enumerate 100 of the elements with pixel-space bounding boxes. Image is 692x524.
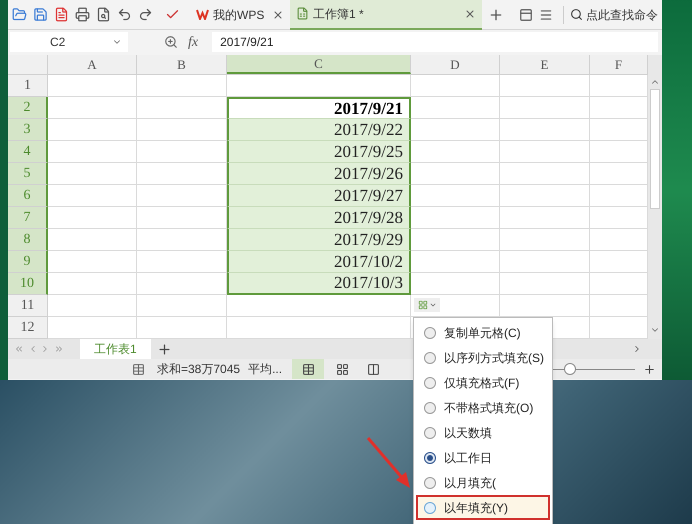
zoom-in-icon[interactable] bbox=[643, 362, 656, 376]
table-cell[interactable] bbox=[500, 229, 590, 251]
table-cell[interactable] bbox=[500, 251, 590, 273]
table-cell[interactable] bbox=[590, 119, 648, 141]
table-cell[interactable] bbox=[48, 141, 137, 163]
sheet-tab[interactable]: 工作表1 bbox=[80, 339, 151, 359]
scroll-thumb[interactable] bbox=[650, 89, 660, 209]
table-cell[interactable] bbox=[411, 229, 500, 251]
table-cell[interactable] bbox=[48, 119, 137, 141]
table-cell[interactable] bbox=[137, 185, 227, 207]
table-cell[interactable] bbox=[590, 97, 648, 119]
column-header[interactable]: A bbox=[48, 55, 137, 74]
table-cell[interactable] bbox=[411, 119, 500, 141]
name-box[interactable]: C2 bbox=[10, 32, 128, 52]
table-cell[interactable] bbox=[411, 273, 500, 295]
table-cell[interactable] bbox=[137, 229, 227, 251]
table-cell[interactable] bbox=[500, 119, 590, 141]
command-search[interactable]: 点此查找命令 bbox=[563, 6, 658, 24]
table-cell[interactable] bbox=[590, 317, 648, 339]
close-icon[interactable] bbox=[272, 8, 284, 20]
printer-icon[interactable] bbox=[75, 7, 90, 22]
list-icon[interactable] bbox=[539, 8, 553, 22]
menu-item[interactable]: 以月填充( bbox=[416, 470, 550, 495]
add-tab-icon[interactable] bbox=[488, 6, 504, 22]
menu-item[interactable]: 复制单元格(C) bbox=[416, 320, 550, 345]
slider-thumb[interactable] bbox=[564, 363, 576, 375]
table-cell[interactable] bbox=[137, 75, 227, 97]
table-cell[interactable]: 2017/9/25 bbox=[227, 141, 411, 163]
table-cell[interactable] bbox=[590, 251, 648, 273]
table-cell[interactable] bbox=[48, 75, 137, 97]
row-header[interactable]: 12 bbox=[8, 317, 48, 339]
table-cell[interactable] bbox=[48, 185, 137, 207]
function-label[interactable]: fx bbox=[188, 32, 198, 52]
table-cell[interactable] bbox=[411, 207, 500, 229]
folder-icon[interactable] bbox=[12, 7, 27, 22]
table-cell[interactable] bbox=[411, 75, 500, 97]
formula-input[interactable]: 2017/9/21 bbox=[212, 32, 658, 52]
table-cell[interactable] bbox=[590, 141, 648, 163]
table-cell[interactable] bbox=[227, 75, 411, 97]
table-cell[interactable] bbox=[227, 295, 411, 317]
table-cell[interactable] bbox=[500, 295, 590, 317]
menu-item[interactable]: 不带格式填充(O) bbox=[416, 395, 550, 420]
menu-item[interactable]: 以序列方式填充(S) bbox=[416, 345, 550, 370]
document-icon[interactable] bbox=[54, 7, 69, 22]
table-cell[interactable] bbox=[227, 317, 411, 339]
table-cell[interactable] bbox=[48, 273, 137, 295]
table-cell[interactable] bbox=[48, 295, 137, 317]
table-cell[interactable]: 2017/9/21 bbox=[227, 97, 411, 119]
table-cell[interactable] bbox=[590, 75, 648, 97]
table-cell[interactable]: 2017/10/2 bbox=[227, 251, 411, 273]
table-cell[interactable] bbox=[590, 207, 648, 229]
column-header[interactable]: E bbox=[500, 55, 590, 74]
table-cell[interactable] bbox=[500, 207, 590, 229]
document-tab[interactable]: 工作簿1 * bbox=[290, 0, 482, 30]
radio-button[interactable] bbox=[424, 402, 436, 414]
table-cell[interactable]: 2017/10/3 bbox=[227, 273, 411, 295]
table-cell[interactable] bbox=[411, 97, 500, 119]
table-cell[interactable] bbox=[48, 97, 137, 119]
table-cell[interactable] bbox=[590, 229, 648, 251]
table-cell[interactable] bbox=[48, 207, 137, 229]
normal-view-button[interactable] bbox=[292, 359, 324, 379]
table-cell[interactable] bbox=[411, 251, 500, 273]
column-header[interactable]: D bbox=[411, 55, 500, 74]
table-cell[interactable] bbox=[48, 229, 137, 251]
table-cell[interactable] bbox=[590, 185, 648, 207]
table-cell[interactable] bbox=[48, 163, 137, 185]
page-layout-icon[interactable] bbox=[336, 362, 350, 376]
radio-button[interactable] bbox=[424, 352, 436, 364]
radio-button[interactable] bbox=[424, 426, 436, 438]
table-cell[interactable]: 2017/9/22 bbox=[227, 119, 411, 141]
page-break-icon[interactable] bbox=[367, 362, 380, 376]
radio-button[interactable] bbox=[424, 502, 436, 514]
table-cell[interactable] bbox=[590, 273, 648, 295]
radio-button[interactable] bbox=[424, 376, 436, 388]
table-cell[interactable]: 2017/9/26 bbox=[227, 163, 411, 185]
table-cell[interactable] bbox=[411, 141, 500, 163]
table-cell[interactable]: 2017/9/28 bbox=[227, 207, 411, 229]
preview-icon[interactable] bbox=[96, 7, 111, 22]
document-tab[interactable]: 我的WPS bbox=[190, 0, 290, 30]
menu-item[interactable]: 以天数填 bbox=[416, 420, 550, 445]
menu-item[interactable]: 以工作日 bbox=[416, 445, 550, 470]
table-cell[interactable] bbox=[137, 141, 227, 163]
radio-button[interactable] bbox=[424, 452, 436, 464]
window-icon[interactable] bbox=[519, 8, 533, 22]
row-header[interactable]: 1 bbox=[8, 75, 48, 97]
redo-icon[interactable] bbox=[138, 7, 153, 22]
first-sheet-icon[interactable] bbox=[14, 344, 24, 354]
save-icon[interactable] bbox=[33, 7, 48, 22]
sheet-info-icon[interactable] bbox=[132, 362, 145, 376]
table-cell[interactable]: 2017/9/29 bbox=[227, 229, 411, 251]
table-cell[interactable] bbox=[137, 273, 227, 295]
vertical-scrollbar[interactable] bbox=[648, 55, 662, 339]
table-cell[interactable] bbox=[500, 185, 590, 207]
table-cell[interactable] bbox=[137, 163, 227, 185]
table-cell[interactable] bbox=[137, 251, 227, 273]
add-sheet-icon[interactable] bbox=[156, 342, 172, 356]
table-cell[interactable] bbox=[590, 295, 648, 317]
table-cell[interactable] bbox=[411, 163, 500, 185]
table-cell[interactable] bbox=[500, 75, 590, 97]
table-cell[interactable] bbox=[137, 295, 227, 317]
